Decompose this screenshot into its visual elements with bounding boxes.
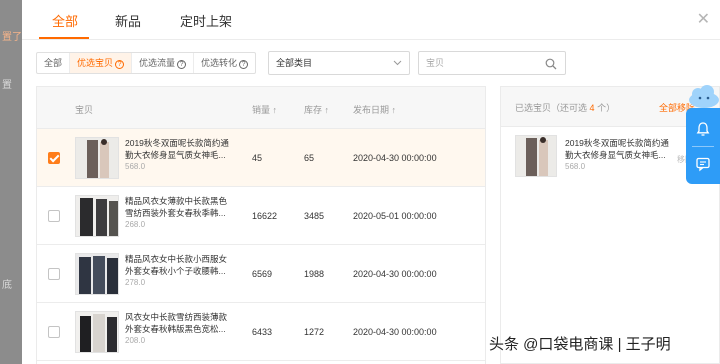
product-thumbnail (515, 135, 557, 177)
sales-value: 6569 (252, 269, 273, 279)
active-tab-indicator (39, 37, 89, 39)
background-app: 置了 置 底 (0, 0, 22, 364)
product-thumbnail (75, 137, 119, 179)
stock-value: 3485 (304, 211, 325, 221)
category-select[interactable]: 全部类目 (268, 51, 410, 75)
divider (692, 146, 714, 147)
help-icon: ? (115, 60, 125, 69)
watermark: 头条 @口袋电商课 | 王子明 (489, 336, 671, 353)
publish-date: 2020-05-01 00:00:00 (353, 211, 437, 221)
floating-helper-bar (686, 108, 720, 184)
product-name: 2019秋冬双面呢长款简约通勤大衣修身显气质女神毛... (125, 138, 229, 160)
tab-new[interactable]: 新品 (115, 11, 141, 30)
table-row[interactable]: 风衣女中长款雪纺西装薄款外套女春秋韩版黑色宽松... 208.0 6433 12… (37, 303, 485, 361)
product-name: 风衣女中长款雪纺西装薄款外套女春秋韩版黑色宽松... (125, 312, 228, 334)
product-name: 精品风衣女中长款小西服女外套女春秋小个子收腰韩... (125, 254, 228, 276)
table-header: 宝贝 销量 ↑ 库存 ↑ 发布日期 ↑ (37, 87, 485, 129)
table-row[interactable]: 精品风衣女薄款中长款黑色雪纺西装外套女春秋季韩... 268.0 16622 3… (37, 187, 485, 245)
product-thumbnail (75, 195, 119, 237)
stock-value: 65 (304, 153, 315, 163)
chevron-down-icon (393, 52, 402, 82)
product-price: 208.0 (125, 336, 146, 345)
title-suffix: 个） (597, 103, 616, 113)
row-checkbox[interactable] (48, 268, 60, 280)
row-checkbox[interactable] (48, 210, 60, 222)
bell-icon[interactable] (695, 121, 711, 137)
filter-label: 优选流量 (139, 58, 176, 68)
product-price: 268.0 (125, 220, 146, 229)
product-table: 宝贝 销量 ↑ 库存 ↑ 发布日期 ↑ 2019秋冬双面呢长款简约通勤大衣修身显… (36, 86, 486, 364)
product-thumbnail (75, 253, 119, 295)
background-text: 置 (2, 80, 12, 91)
column-header-sales[interactable]: 销量 ↑ (252, 103, 277, 116)
stock-value: 1272 (304, 327, 325, 337)
help-icon: ? (177, 60, 187, 69)
selected-product-item: 2019秋冬双面呢长款简约通勤大衣修身显气质女神毛... 568.0 移除 (515, 131, 715, 181)
remaining-count: 4 (589, 103, 595, 113)
search-input[interactable] (419, 52, 537, 74)
filter-preferred-products-button[interactable]: 优选宝贝? (70, 53, 133, 73)
tab-all[interactable]: 全部 (52, 11, 78, 30)
row-checkbox[interactable] (48, 152, 60, 164)
publish-date: 2020-04-30 00:00:00 (353, 269, 437, 279)
row-checkbox[interactable] (48, 326, 60, 338)
screen: 置了 置 底 全部 新品 定时上架 ✕ 全部 优选宝贝? 优选流量? 优选转化?… (0, 0, 720, 364)
title-prefix: 已选宝贝（还可选 (515, 103, 588, 113)
product-thumbnail (75, 311, 119, 353)
column-header-product: 宝贝 (75, 105, 94, 115)
search-icon[interactable] (545, 57, 557, 70)
close-icon[interactable]: ✕ (697, 9, 710, 29)
filter-label: 全部 (44, 58, 63, 68)
tab-bar: 全部 新品 定时上架 ✕ (22, 0, 720, 40)
category-select-value: 全部类目 (276, 58, 313, 68)
product-price: 278.0 (125, 278, 146, 287)
sales-value: 16622 (252, 211, 278, 221)
publish-date: 2020-04-30 00:00:00 (353, 327, 437, 337)
selected-panel-title: 已选宝贝（还可选 4 个） (515, 101, 615, 114)
filter-segmented-control: 全部 优选宝贝? 优选流量? 优选转化? (36, 52, 257, 74)
product-price: 568.0 (565, 162, 586, 171)
filter-preferred-conversion-button[interactable]: 优选转化? (194, 53, 255, 73)
tab-scheduled[interactable]: 定时上架 (180, 11, 232, 30)
background-text: 置了 (2, 32, 22, 43)
filter-preferred-traffic-button[interactable]: 优选流量? (132, 53, 195, 73)
background-text: 底 (2, 280, 12, 291)
product-name: 精品风衣女薄款中长款黑色雪纺西装外套女春秋季韩... (125, 196, 228, 218)
column-header-date[interactable]: 发布日期 ↑ (353, 103, 396, 116)
product-select-modal: 全部 新品 定时上架 ✕ 全部 优选宝贝? 优选流量? 优选转化? 全部类目 宝… (22, 0, 720, 364)
sales-value: 6433 (252, 327, 273, 337)
table-row[interactable]: 2019秋冬双面呢长款简约通勤大衣修身显气质女神毛... 568.0 45 65… (37, 129, 485, 187)
filter-label: 优选转化 (201, 58, 238, 68)
publish-date: 2020-04-30 00:00:00 (353, 153, 437, 163)
help-icon: ? (239, 60, 249, 69)
cloud-mascot-icon[interactable] (686, 84, 720, 110)
stock-value: 1988 (304, 269, 325, 279)
filter-all-button[interactable]: 全部 (37, 53, 71, 73)
table-row[interactable]: 精品风衣女中长款小西服女外套女春秋小个子收腰韩... 278.0 6569 19… (37, 245, 485, 303)
product-price: 568.0 (125, 162, 146, 171)
column-header-stock[interactable]: 库存 ↑ (304, 103, 329, 116)
search-box (418, 51, 566, 75)
filter-label: 优选宝贝 (77, 58, 114, 68)
product-name: 2019秋冬双面呢长款简约通勤大衣修身显气质女神毛... (565, 138, 669, 160)
chat-icon[interactable] (695, 156, 711, 172)
sales-value: 45 (252, 153, 263, 163)
